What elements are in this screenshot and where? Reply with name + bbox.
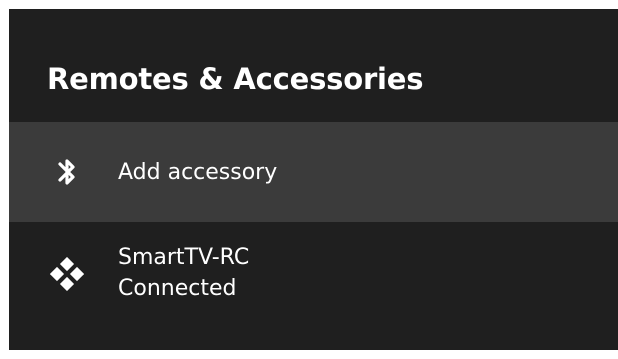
page-title: Remotes & Accessories — [47, 62, 424, 96]
remote-info: SmartTV-RC Connected — [118, 242, 249, 304]
remote-name: SmartTV-RC — [118, 245, 250, 270]
gamepad-icon — [50, 257, 84, 291]
settings-screen: Remotes & Accessories Add accessory Smar… — [9, 9, 618, 350]
add-accessory-label: Add accessory — [118, 160, 278, 185]
add-accessory-item[interactable]: Add accessory — [9, 122, 618, 222]
paired-remote-item[interactable]: SmartTV-RC Connected — [9, 222, 618, 326]
remote-status: Connected — [118, 276, 237, 301]
bluetooth-icon — [50, 155, 84, 189]
